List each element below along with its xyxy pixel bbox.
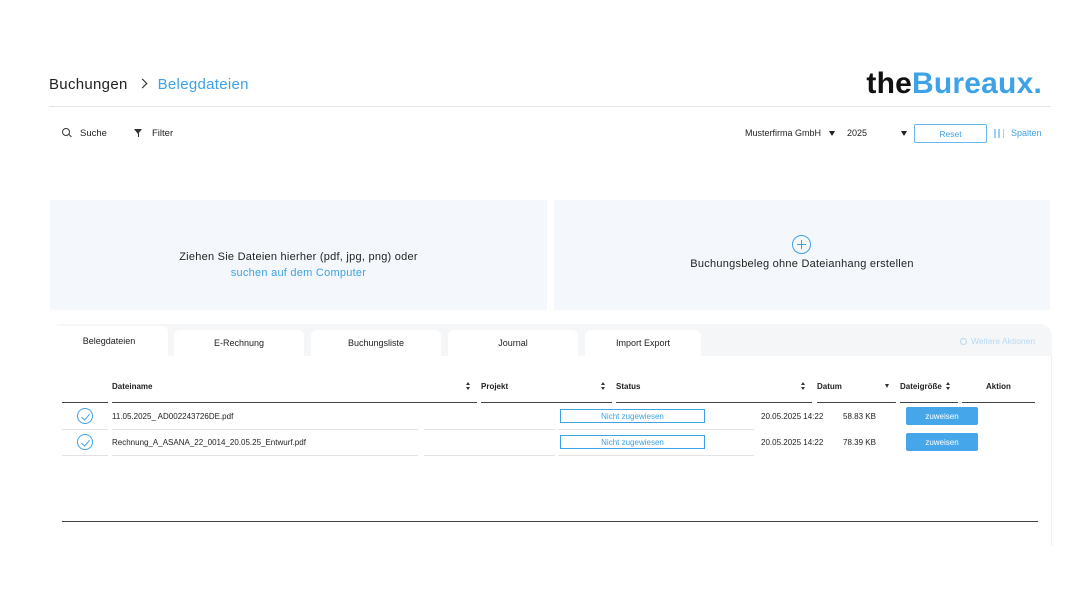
year-select-value: 2025 (847, 128, 868, 138)
file-drop-zone[interactable]: Ziehen Sie Dateien hierher (pdf, jpg, pn… (50, 200, 547, 310)
row-divider (62, 455, 108, 456)
row-status-badge: Nicht zugewiesen (560, 435, 705, 449)
search-label: Suche (80, 127, 107, 139)
logo-part-the: the (866, 67, 913, 100)
breadcrumb-root[interactable]: Buchungen (49, 76, 128, 93)
column-header-filename[interactable]: Dateiname (112, 380, 471, 392)
column-header-action-label: Aktion (986, 381, 1011, 391)
column-header-filename-label: Dateiname (112, 381, 153, 391)
create-receipt-panel[interactable]: Buchungsbeleg ohne Dateianhang erstellen (554, 200, 1050, 310)
tab-belegdateien[interactable]: Belegdateien (50, 326, 168, 356)
column-header-size-label: Dateigröße (900, 381, 942, 391)
column-header-project[interactable]: Projekt (481, 380, 606, 392)
tab-journal[interactable]: Journal (448, 330, 578, 356)
columns-icon (994, 128, 1004, 138)
filter-label: Filter (152, 127, 174, 139)
columns-label: Spalten (1011, 128, 1042, 138)
year-select[interactable]: 2025 (847, 124, 907, 142)
chevron-down-icon (901, 130, 907, 136)
sort-icon (801, 381, 806, 391)
plus-circle-icon[interactable] (792, 235, 811, 254)
checkmark-circle-icon[interactable] (77, 434, 93, 450)
more-actions-icon (960, 337, 967, 345)
sort-icon (601, 381, 606, 391)
company-select[interactable]: Musterfirma GmbH (745, 124, 836, 142)
create-receipt-label: Buchungsbeleg ohne Dateianhang erstellen (690, 258, 914, 270)
drop-instruction: Ziehen Sie Dateien hierher (pdf, jpg, pn… (179, 251, 418, 263)
tab-buchungsliste[interactable]: Buchungsliste (311, 330, 441, 356)
sort-desc-icon (885, 384, 889, 388)
more-actions-label: Weitere Aktionen (971, 336, 1036, 346)
breadcrumb-current: Belegdateien (157, 75, 249, 93)
assign-button[interactable]: zuweisen (906, 433, 978, 451)
row-date: 20.05.2025 14:22 (761, 437, 824, 447)
search-button[interactable]: Suche (61, 124, 107, 142)
drop-zone-text: Ziehen Sie Dateien hierher (pdf, jpg, pn… (50, 249, 547, 281)
row-date: 20.05.2025 14:22 (761, 411, 824, 421)
column-header-project-label: Projekt (481, 381, 509, 391)
more-actions-button[interactable]: Weitere Aktionen (960, 335, 1035, 347)
chevron-right-icon (138, 74, 148, 94)
row-filename[interactable]: 11.05.2025_ AD002243726DE.pdf (112, 410, 233, 422)
breadcrumb: Buchungen Belegdateien (49, 74, 249, 94)
browse-computer-link[interactable]: suchen auf dem Computer (231, 267, 366, 279)
tab-e-rechnung[interactable]: E-Rechnung (174, 330, 304, 356)
column-header-date[interactable]: Datum (817, 380, 889, 392)
chevron-down-icon (829, 130, 836, 136)
filter-button[interactable]: Filter (133, 124, 173, 142)
header-divider (49, 106, 1051, 107)
column-header-size[interactable]: Dateigröße (900, 380, 952, 392)
logo-part-bureaux: Bureaux. (912, 67, 1042, 100)
columns-button[interactable]: Spalten (994, 124, 1042, 142)
column-header-status[interactable]: Status (616, 380, 806, 392)
column-header-status-label: Status (616, 381, 641, 391)
reset-button[interactable]: Reset (914, 124, 987, 143)
table-row[interactable]: 11.05.2025_ AD002243726DE.pdf Nicht zuge… (0, 403, 1080, 429)
row-filename[interactable]: Rechnung_A_ASANA_22_0014_20.05.25_Entwur… (112, 436, 306, 448)
filter-icon (133, 127, 145, 139)
row-size: 58.83 KB (843, 411, 876, 421)
column-header-date-label: Datum (817, 381, 842, 391)
search-icon (61, 127, 73, 139)
row-divider (424, 455, 555, 456)
table-row[interactable]: Rechnung_A_ASANA_22_0014_20.05.25_Entwur… (0, 429, 1080, 455)
row-divider (112, 455, 418, 456)
table-footer-divider (62, 521, 1038, 522)
sort-icon (945, 381, 951, 391)
column-header-action: Aktion (986, 380, 1026, 392)
row-status-badge: Nicht zugewiesen (560, 409, 705, 423)
row-divider (558, 455, 754, 456)
assign-button[interactable]: zuweisen (906, 407, 978, 425)
tab-import-export[interactable]: Import Export (585, 330, 701, 356)
brand-logo: theBureaux. (866, 66, 1042, 102)
checkmark-circle-icon[interactable] (77, 408, 93, 424)
company-select-value: Musterfirma GmbH (745, 128, 822, 138)
sort-icon (466, 381, 471, 391)
row-size: 78.39 KB (843, 437, 876, 447)
